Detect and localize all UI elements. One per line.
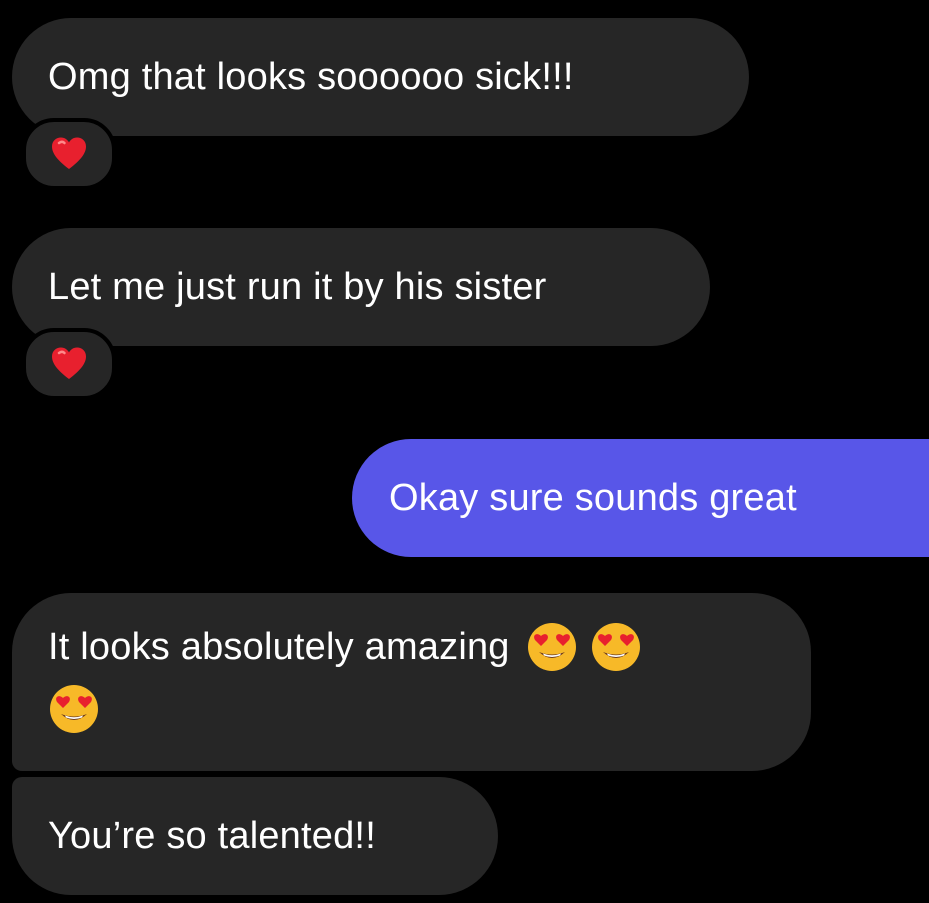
message-text: You’re so talented!! — [48, 815, 376, 857]
message-text: It looks absolutely amazing — [48, 626, 510, 668]
heart-eyes-emoji-icon — [591, 623, 640, 671]
message-bubble-incoming[interactable]: Let me just run it by his sister — [12, 228, 710, 346]
message-text: Omg that looks soooooo sick!!! — [48, 56, 574, 98]
message-text: Okay sure sounds great — [389, 477, 797, 519]
heart-eyes-emoji-icon — [50, 685, 98, 733]
message-reaction[interactable] — [22, 118, 116, 190]
message-bubble-outgoing[interactable]: Okay sure sounds great — [352, 439, 929, 557]
heart-icon — [52, 137, 86, 169]
message-reaction[interactable] — [22, 328, 116, 400]
message-text: Let me just run it by his sister — [48, 266, 547, 308]
message-bubble-incoming[interactable]: Omg that looks soooooo sick!!! — [12, 18, 749, 136]
message-bubble-incoming[interactable]: You’re so talented!! — [12, 777, 498, 895]
message-bubble-incoming[interactable]: It looks absolutely amazing — [12, 593, 811, 771]
message-thread: Omg that looks soooooo sick!!! Let me ju… — [0, 0, 929, 903]
heart-icon — [52, 347, 86, 379]
heart-eyes-emoji-icon — [527, 623, 576, 671]
